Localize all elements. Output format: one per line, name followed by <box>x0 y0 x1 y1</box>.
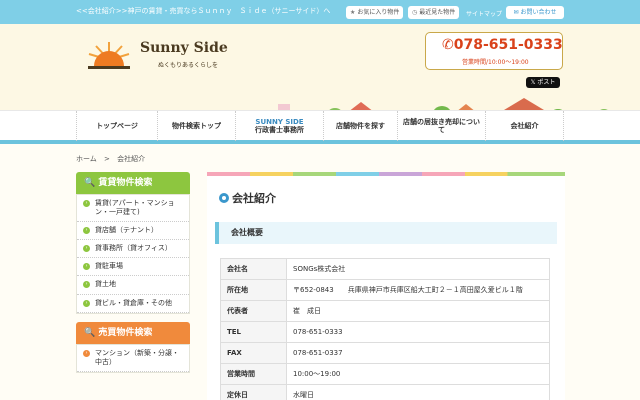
table-row: TEL 078-651-0333 <box>220 321 550 343</box>
arrow-icon: › <box>83 227 90 235</box>
phone-number[interactable]: ✆078-651-0333 <box>442 37 563 53</box>
sidebar-item-rent-other[interactable]: › 貸ビル・貸倉庫・その他 <box>77 295 189 313</box>
sidebar-item-rent-store[interactable]: › 貸店舗（テナント） <box>77 222 189 241</box>
phone-icon: ✆ <box>442 37 454 53</box>
nav-office[interactable]: SUNNY SIDE 行政書士事務所 <box>236 111 324 141</box>
sidebar-item-rent-land[interactable]: › 貸土地 <box>77 276 189 295</box>
contact-button[interactable]: ✉ お問い合わせ <box>506 6 564 19</box>
phone-box: ✆078-651-0333 営業時間/10:00～19:00 <box>425 32 563 70</box>
sidebar-item-rent-office[interactable]: › 貸事務所（貸オフィス） <box>77 240 189 259</box>
arrow-icon: › <box>83 299 90 307</box>
rent-list: › 賃貸(アパート・マンション・一戸建て) › 貸店舗（テナント） › 貸事務所（貸オ… <box>76 194 190 314</box>
business-hours: 営業時間/10:00～19:00 <box>462 59 529 66</box>
logo-subtitle: ぬくもりあるくらしを <box>158 62 219 69</box>
table-row: 所在地 〒652-0843 兵庫県神戸市兵庫区船大工町２－１高田屋久爱ビル１階 <box>220 279 550 301</box>
sale-search-header: 🔍 売買物件検索 <box>76 321 190 344</box>
arrow-icon: › <box>83 281 90 289</box>
arrow-icon: › <box>83 349 90 357</box>
sidebar-item-rent-parking[interactable]: › 貸駐車場 <box>77 258 189 277</box>
recent-button[interactable]: ◷ 最近見た物件 <box>408 6 460 19</box>
arrow-icon: › <box>83 245 90 253</box>
star-icon: ★ <box>350 9 356 16</box>
nav-store-search[interactable]: 店舗物件を探す <box>324 111 398 141</box>
sun-logo-icon <box>88 42 130 69</box>
table-row: 定休日 水曜日 <box>220 384 550 400</box>
table-row: 代表者崔 成日 <box>220 300 550 322</box>
breadcrumb-separator: > <box>104 155 110 163</box>
ring-icon <box>219 193 229 203</box>
nav-company[interactable]: 会社紹介 <box>486 111 564 141</box>
x-post-button[interactable]: 𝕏 ポスト <box>526 77 560 88</box>
clock-icon: ◷ <box>412 9 418 16</box>
favorites-button[interactable]: ★ お気に入り物件 <box>346 6 404 19</box>
top-bar: <<会社紹介>>神戸の賃貸・売買ならＳｕｎｎｙ Ｓｉｄｅ（サニーサイド）へ ★ お… <box>0 0 640 24</box>
site-logo[interactable]: Sunny Side <box>140 40 228 56</box>
breadcrumb-home[interactable]: ホーム <box>76 155 97 163</box>
sidebar: 🔍 賃貸物件検索 › 賃貸(アパート・マンション・一戸建て) › 貸店舗（テナント）… <box>76 172 190 373</box>
sidebar-item-sale-mansion[interactable]: › マンション（新築・分譲・中古） <box>77 345 189 372</box>
nav-store-sale[interactable]: 店舗の居抜き売却について <box>398 111 486 141</box>
page-title: 会社紹介 <box>219 190 276 206</box>
main-nav: トップページ 物件検索トップ SUNNY SIDE 行政書士事務所 店舗物件を探す… <box>0 110 640 144</box>
company-info-table: 会社名 SONGs株式会社 所在地 〒652-0843 兵庫県神戸市兵庫区船大工町２… <box>220 258 550 400</box>
sitemap-link[interactable]: サイトマップ <box>466 9 502 18</box>
main-content: 会社紹介 会社概要 会社名 SONGs株式会社 所在地 〒652-0843 兵庫県神… <box>207 172 565 400</box>
search-icon: 🔍 <box>84 178 96 188</box>
table-row: 営業時間 10:00〜19:00 <box>220 363 550 385</box>
nav-top-page[interactable]: トップページ <box>76 111 158 141</box>
table-row: FAX 078-651-0337 <box>220 342 550 364</box>
table-row: 会社名 SONGs株式会社 <box>220 258 550 280</box>
breadcrumb-current: 会社紹介 <box>117 155 146 163</box>
nav-property-search[interactable]: 物件検索トップ <box>158 111 236 141</box>
color-stripe <box>207 172 565 176</box>
section-heading: 会社概要 <box>215 222 557 244</box>
sidebar-item-rent-residential[interactable]: › 賃貸(アパート・マンション・一戸建て) <box>77 195 189 223</box>
search-icon: 🔍 <box>84 327 96 338</box>
site-tagline: <<会社紹介>>神戸の賃貸・売買ならＳｕｎｎｙ Ｓｉｄｅ（サニーサイド）へ <box>76 7 331 15</box>
arrow-icon: › <box>83 263 90 271</box>
arrow-icon: › <box>83 200 90 207</box>
rent-search-header: 🔍 賃貸物件検索 <box>76 172 190 194</box>
breadcrumb: ホーム > 会社紹介 <box>76 154 145 164</box>
sale-list: › マンション（新築・分譲・中古） <box>76 343 190 373</box>
